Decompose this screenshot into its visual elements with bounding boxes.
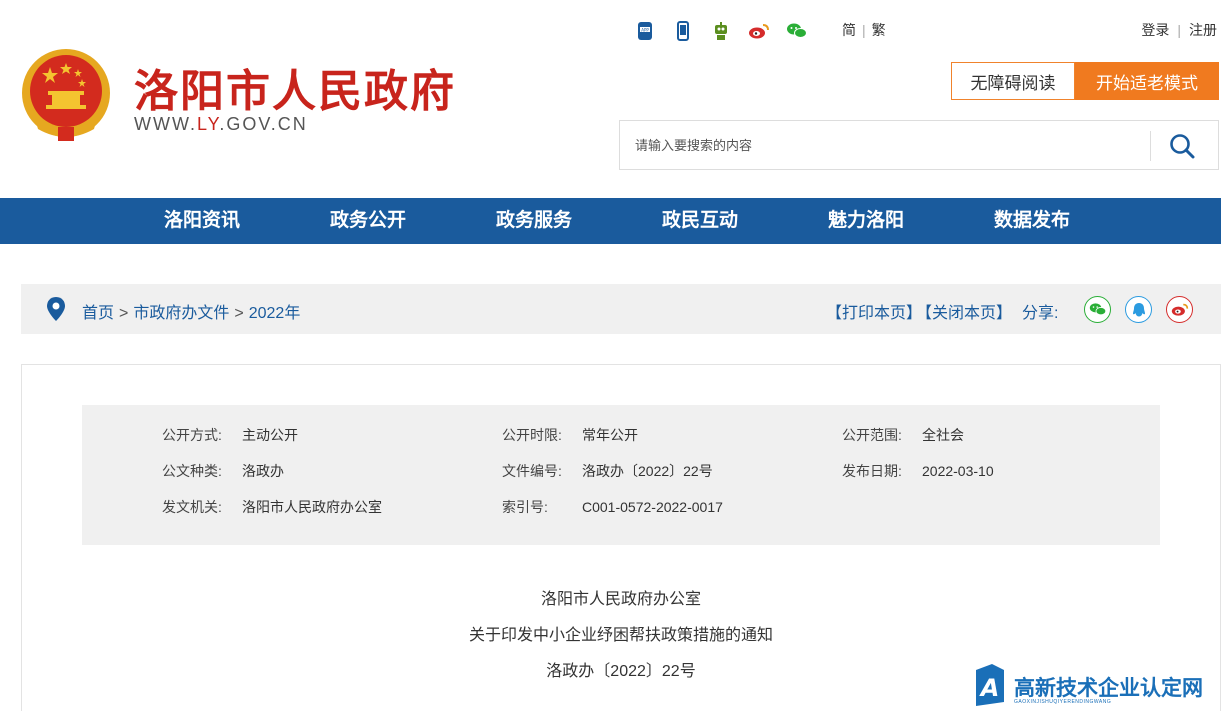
site-title: 洛阳市人民政府 xyxy=(134,66,456,117)
document-content: 公开方式: 主动公开 公开时限: 常年公开 公开范围: 全社会 公文种类: 洛政办 文件… xyxy=(21,364,1221,711)
weibo-icon[interactable] xyxy=(748,20,770,42)
meta-label: 文件编号: xyxy=(502,463,562,479)
meta-disclosure-period: 公开时限: 常年公开 xyxy=(502,425,638,445)
meta-disclosure-method: 公开方式: 主动公开 xyxy=(162,425,298,445)
meta-label: 公开范围: xyxy=(842,427,902,443)
watermark: A 高新技术企业认定网 GAOXINJISHUQIYERENDINGWANG xyxy=(972,662,1221,711)
breadcrumb-separator: > xyxy=(119,305,129,322)
meta-label: 索引号: xyxy=(502,499,548,515)
meta-value: 洛政办 xyxy=(242,463,284,479)
share-qq-icon[interactable] xyxy=(1125,296,1152,323)
site-url-suffix: .GOV.CN xyxy=(219,114,308,134)
close-page-link[interactable]: 【关闭本页】 xyxy=(924,305,1012,322)
search-box xyxy=(619,120,1219,170)
breadcrumb-year[interactable]: 2022年 xyxy=(249,305,301,322)
meta-value: 洛政办〔2022〕22号 xyxy=(582,463,713,479)
breadcrumb-home[interactable]: 首页 xyxy=(82,305,114,322)
nav-item-government-services[interactable]: 政务服务 xyxy=(496,198,572,244)
share-label: 分享: xyxy=(1022,305,1059,322)
meta-value: 2022-03-10 xyxy=(922,463,994,479)
location-pin-icon xyxy=(45,296,67,322)
search-divider xyxy=(1150,131,1151,161)
national-emblem-logo[interactable] xyxy=(20,45,112,145)
meta-value: 主动公开 xyxy=(242,427,298,443)
site-url: WWW.LY.GOV.CN xyxy=(134,114,308,135)
meta-value: 洛阳市人民政府办公室 xyxy=(242,499,382,515)
svg-text:APP: APP xyxy=(641,27,649,32)
meta-label: 公文种类: xyxy=(162,463,222,479)
svg-text:A: A xyxy=(979,674,1000,702)
page-tools: 【打印本页】 【关闭本页】 xyxy=(826,299,1014,323)
print-page-link[interactable]: 【打印本页】 xyxy=(826,305,922,322)
auth-separator: | xyxy=(1177,22,1181,38)
meta-doc-number: 文件编号: 洛政办〔2022〕22号 xyxy=(502,461,713,481)
language-switch: 简 | 繁 xyxy=(842,20,886,40)
nav-item-charming-luoyang[interactable]: 魅力洛阳 xyxy=(828,198,904,244)
nav-item-government-affairs-disclosure[interactable]: 政务公开 xyxy=(330,198,406,244)
document-issuer-heading: 洛阳市人民政府办公室 xyxy=(540,591,701,608)
search-input[interactable] xyxy=(620,121,1150,169)
auth-links: 登录 | 注册 xyxy=(1141,20,1217,40)
breadcrumb-bar: 首页 > 市政府办文件 >2022年 【打印本页】 【关闭本页】 分享: xyxy=(21,284,1221,334)
meta-label: 公开方式: xyxy=(162,427,222,443)
watermark-logo-icon: A xyxy=(972,662,1008,708)
search-icon xyxy=(1170,134,1195,159)
wechat-icon[interactable] xyxy=(786,20,808,42)
watermark-title: 高新技术企业认定网 xyxy=(1014,677,1203,700)
nav-item-data-release[interactable]: 数据发布 xyxy=(994,198,1070,244)
search-button[interactable] xyxy=(1168,133,1198,159)
meta-label: 发布日期: xyxy=(842,463,902,479)
traditional-chinese-link[interactable]: 繁 xyxy=(872,22,886,38)
meta-value: 常年公开 xyxy=(582,427,638,443)
document-metadata-panel: 公开方式: 主动公开 公开时限: 常年公开 公开范围: 全社会 公文种类: 洛政办 文件… xyxy=(82,405,1160,545)
meta-label: 公开时限: xyxy=(502,427,562,443)
meta-label: 发文机关: xyxy=(162,499,222,515)
document-title: 关于印发中小企业纾困帮扶政策措施的通知 xyxy=(468,627,773,644)
meta-value: C001-0572-2022-0017 xyxy=(582,499,723,515)
share-wechat-icon[interactable] xyxy=(1084,296,1111,323)
meta-disclosure-scope: 公开范围: 全社会 xyxy=(842,425,964,445)
meta-index-number: 索引号: C001-0572-2022-0017 xyxy=(502,497,723,517)
meta-value: 全社会 xyxy=(922,427,964,443)
breadcrumb: 首页 > 市政府办文件 >2022年 xyxy=(82,299,300,323)
register-link[interactable]: 注册 xyxy=(1189,22,1217,38)
app-icon[interactable]: APP xyxy=(634,20,656,42)
watermark-subtitle: GAOXINJISHUQIYERENDINGWANG xyxy=(1014,699,1112,705)
nav-item-luoyang-news[interactable]: 洛阳资讯 xyxy=(164,198,240,244)
simplified-chinese-link[interactable]: 简 xyxy=(842,22,856,38)
nav-item-public-interaction[interactable]: 政民互动 xyxy=(662,198,738,244)
meta-issuer: 发文机关: 洛阳市人民政府办公室 xyxy=(162,497,382,517)
login-link[interactable]: 登录 xyxy=(1141,22,1169,38)
site-url-highlight: LY xyxy=(196,114,220,134)
elder-mode-button[interactable]: 开始适老模式 xyxy=(1075,62,1219,100)
lang-separator: | xyxy=(862,22,866,38)
accessible-reading-button[interactable]: 无障碍阅读 xyxy=(951,62,1075,100)
meta-publish-date: 发布日期: 2022-03-10 xyxy=(842,461,994,481)
robot-icon[interactable] xyxy=(710,20,732,42)
top-icon-bar: APP xyxy=(634,20,808,42)
breadcrumb-municipal-docs[interactable]: 市政府办文件 xyxy=(133,305,229,322)
share-weibo-icon[interactable] xyxy=(1166,296,1193,323)
mobile-icon[interactable] xyxy=(672,20,694,42)
site-url-prefix: WWW. xyxy=(134,114,197,134)
site-header: 洛阳市人民政府 WWW.LY.GOV.CN APP 简 | 繁 登录 | 注册 无障碍阅… xyxy=(0,0,1221,198)
breadcrumb-separator: > xyxy=(234,305,244,322)
main-nav: 洛阳资讯 政务公开 政务服务 政民互动 魅力洛阳 数据发布 xyxy=(0,198,1221,244)
meta-doc-type: 公文种类: 洛政办 xyxy=(162,461,284,481)
